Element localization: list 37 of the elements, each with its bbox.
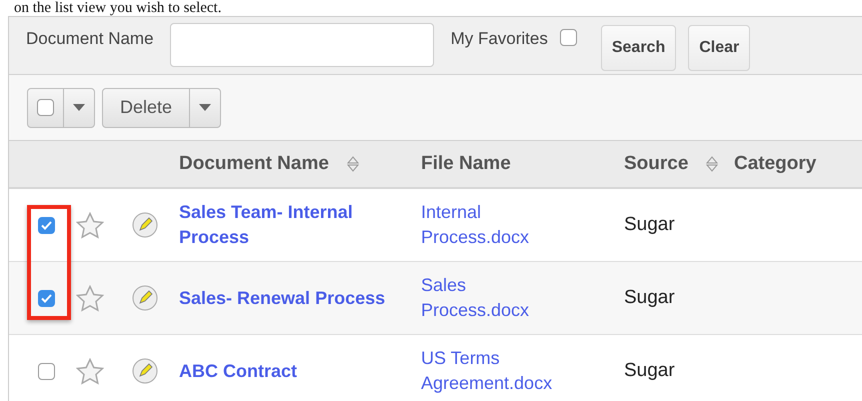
column-header[interactable]: Category: [734, 153, 816, 175]
row-checkbox[interactable]: [38, 290, 54, 306]
star-icon[interactable]: [76, 358, 104, 384]
column-header[interactable]: Source: [624, 153, 688, 175]
document-link[interactable]: ABC Contract: [179, 358, 298, 384]
star-icon[interactable]: [76, 212, 104, 238]
caption-text: on the list view you wish to select.: [13, 0, 222, 16]
document-link[interactable]: Sales- Renewal Process: [179, 286, 386, 310]
pencil-icon[interactable]: [132, 285, 158, 311]
sort-icon[interactable]: [706, 156, 718, 172]
field-label: Document Name: [26, 29, 154, 49]
field-label: My Favorites: [450, 29, 548, 49]
file-link[interactable]: US Terms Agreement.docx: [421, 346, 571, 396]
document-name-field[interactable]: [170, 23, 434, 67]
pencil-icon[interactable]: [132, 212, 158, 238]
source-text: Sugar: [624, 287, 675, 309]
star-icon[interactable]: [76, 284, 104, 312]
clear-button[interactable]: Clear: [688, 25, 750, 71]
source-text: Sugar: [624, 360, 675, 382]
sort-icon[interactable]: [346, 156, 359, 172]
favorites-checkbox[interactable]: [560, 29, 577, 46]
file-link[interactable]: Sales Process.docx: [421, 273, 571, 323]
caret-icon: [73, 104, 85, 111]
select-all-checkbox[interactable]: [37, 99, 54, 116]
column-header[interactable]: File Name: [421, 153, 511, 175]
check-icon: [40, 220, 52, 230]
select-all-dropdown[interactable]: [27, 88, 95, 128]
row-checkbox[interactable]: [38, 216, 54, 234]
pencil-icon[interactable]: [132, 358, 158, 384]
row-checkbox[interactable]: [38, 362, 54, 380]
search-button[interactable]: Search: [600, 25, 676, 71]
source-text: Sugar: [624, 214, 675, 236]
file-link[interactable]: Internal Process.docx: [421, 200, 571, 250]
caret-icon: [199, 104, 212, 111]
check-icon: [40, 294, 52, 302]
column-header[interactable]: Document Name: [179, 153, 329, 175]
document-link[interactable]: Sales Team- Internal Process: [179, 200, 394, 250]
